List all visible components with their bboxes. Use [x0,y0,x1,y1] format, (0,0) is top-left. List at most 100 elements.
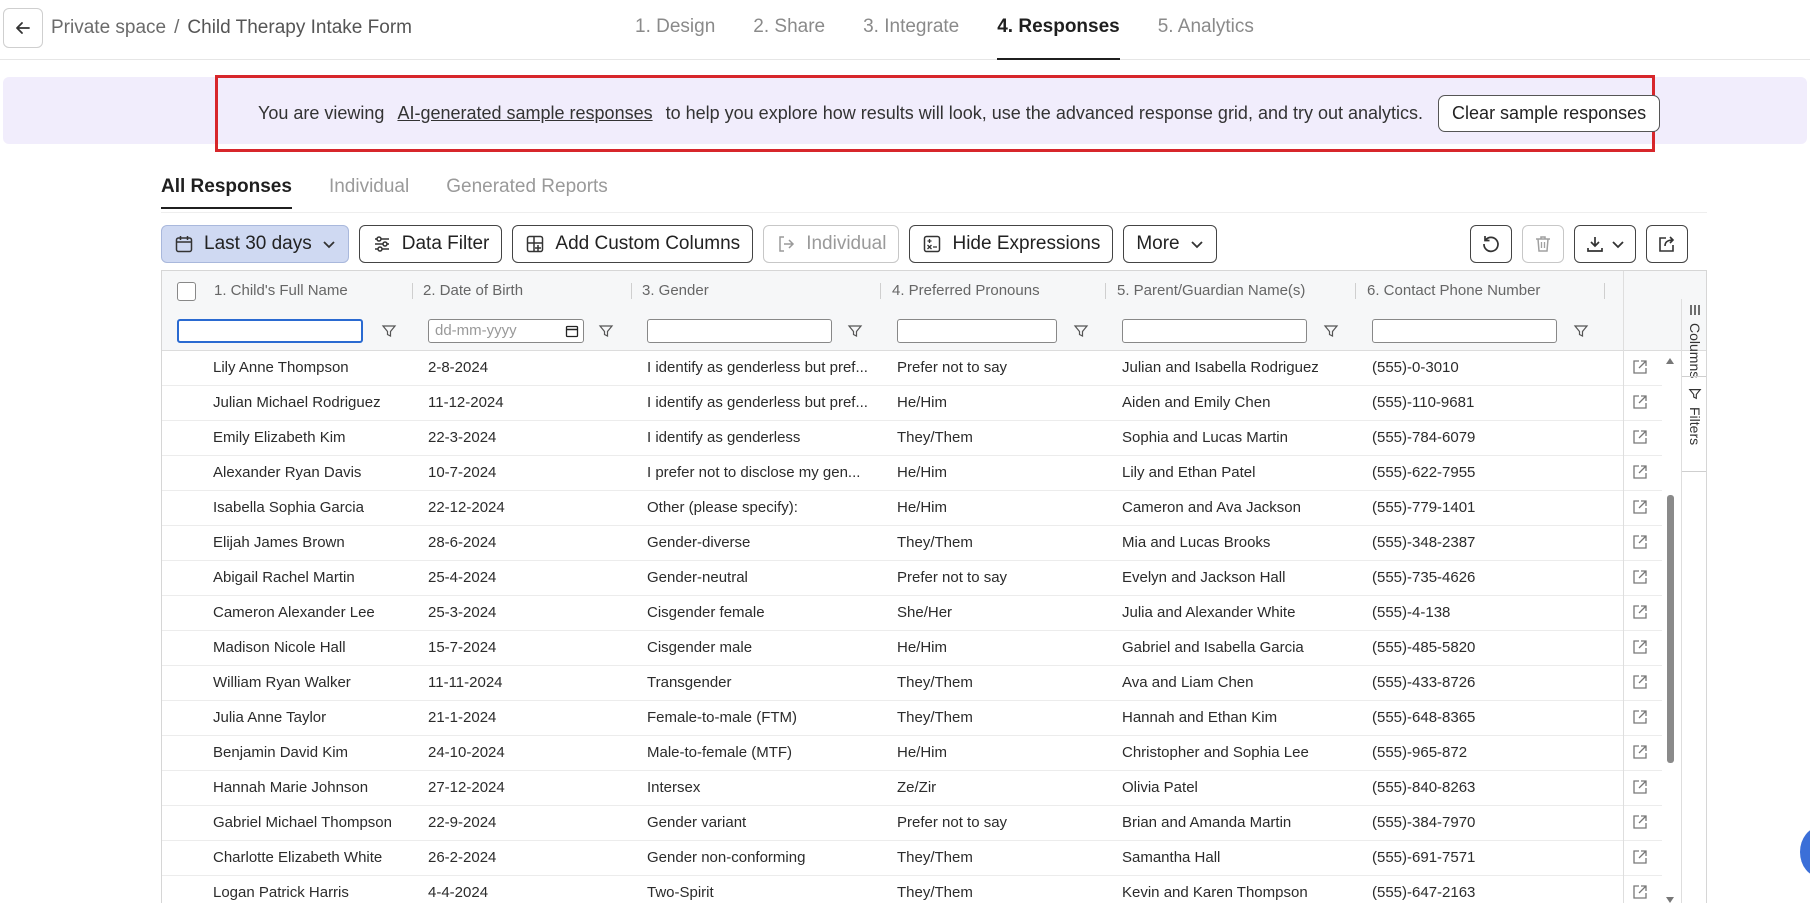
open-response-icon[interactable] [1632,744,1648,760]
individual-button[interactable]: Individual [763,225,900,263]
cell-date-of-birth: 22-3-2024 [428,429,497,446]
column-separator[interactable] [880,283,881,299]
filter-input-phone[interactable] [1372,319,1557,343]
add-column-icon [527,235,544,253]
table-row[interactable]: Julian Michael Rodriguez 11-12-2024 I iden… [162,386,1662,421]
filter-input-child-name[interactable] [177,319,363,343]
table-row[interactable]: Gabriel Michael Thompson 22-9-2024 Gender … [162,806,1662,841]
table-row[interactable]: Julia Anne Taylor 21-1-2024 Female-to-male… [162,701,1662,736]
sample-responses-link[interactable]: AI-generated sample responses [397,103,652,123]
open-response-icon[interactable] [1632,709,1648,725]
column-header-pronouns[interactable]: 4. Preferred Pronouns [884,271,1040,311]
chevron-down-icon [323,241,335,249]
date-range-button[interactable]: Last 30 days [161,225,349,263]
open-response-icon[interactable] [1632,429,1648,445]
filter-input-pronouns[interactable] [897,319,1057,343]
tab-design[interactable]: 1. Design [635,0,715,60]
cell-pronouns: He/Him [897,464,948,481]
columns-panel-toggle[interactable]: Columns [1682,303,1706,379]
cell-gender: Intersex [647,779,701,796]
cell-gender: Gender-neutral [647,569,748,586]
column-separator[interactable] [631,283,632,299]
column-header-gender[interactable]: 3. Gender [634,271,709,311]
table-row[interactable]: Alexander Ryan Davis 10-7-2024 I prefer no… [162,456,1662,491]
open-response-icon[interactable] [1632,639,1648,655]
table-row[interactable]: Lily Anne Thompson 2-8-2024 I identify as … [162,351,1662,386]
filter-icon [598,325,614,337]
refresh-button[interactable] [1470,225,1512,263]
table-row[interactable]: Emily Elizabeth Kim 22-3-2024 I identify a… [162,421,1662,456]
open-response-icon[interactable] [1632,849,1648,865]
banner-text-after: to help you explore how results will loo… [665,103,1424,123]
clear-sample-responses-button[interactable]: Clear sample responses [1438,95,1661,132]
open-response-icon[interactable] [1632,359,1648,375]
filters-panel-toggle[interactable]: Filters [1682,387,1706,445]
table-row[interactable]: Elijah James Brown 28-6-2024 Gender-divers… [162,526,1662,561]
select-all-checkbox[interactable] [177,282,196,301]
filter-input-gender[interactable] [647,319,832,343]
cell-pronouns: They/Them [897,429,973,446]
vertical-scrollbar[interactable] [1664,351,1676,903]
column-header-child-name[interactable]: 1. Child's Full Name [206,271,348,311]
columns-tab-label: Columns [1687,323,1703,379]
column-separator[interactable] [412,283,413,299]
column-header-phone[interactable]: 6. Contact Phone Number [1359,271,1540,311]
column-header-date-of-birth[interactable]: 2. Date of Birth [415,271,523,311]
table-row[interactable]: Cameron Alexander Lee 25-3-2024 Cisgender … [162,596,1662,631]
open-response-icon[interactable] [1632,604,1648,620]
date-placeholder: dd-mm-yyyy [435,322,517,339]
open-response-icon[interactable] [1632,674,1648,690]
tab-integrate[interactable]: 3. Integrate [863,0,959,60]
cell-child-name: Gabriel Michael Thompson [213,814,392,831]
table-row[interactable]: Charlotte Elizabeth White 26-2-2024 Gender… [162,841,1662,876]
table-row[interactable]: Madison Nicole Hall 15-7-2024 Cisgender ma… [162,631,1662,666]
tab-all-responses[interactable]: All Responses [161,176,292,209]
cell-child-name: Charlotte Elizabeth White [213,849,383,866]
column-separator[interactable] [1355,283,1356,299]
open-response-icon[interactable] [1632,499,1648,515]
tab-analytics[interactable]: 5. Analytics [1158,0,1254,60]
filter-icon [1573,325,1589,337]
open-response-icon[interactable] [1632,884,1648,900]
open-response-icon[interactable] [1632,534,1648,550]
cell-parent-names: Kevin and Karen Thompson [1122,884,1308,901]
hide-expressions-button[interactable]: Hide Expressions [909,225,1114,263]
open-response-icon[interactable] [1632,779,1648,795]
cell-child-name: Madison Nicole Hall [213,639,346,656]
back-button[interactable] [3,8,43,48]
table-row[interactable]: Logan Patrick Harris 4-4-2024 Two-Spirit Th… [162,876,1662,903]
add-custom-columns-button[interactable]: Add Custom Columns [512,225,754,263]
tab-share[interactable]: 2. Share [753,0,825,60]
open-response-icon[interactable] [1632,569,1648,585]
data-filter-button[interactable]: Data Filter [358,225,503,263]
table-row[interactable]: Isabella Sophia Garcia 22-12-2024 Other (p… [162,491,1662,526]
cell-gender: I identify as genderless [647,429,801,446]
download-icon [1587,237,1603,252]
tab-responses[interactable]: 4. Responses [997,0,1120,60]
share-export-button[interactable] [1646,225,1688,263]
delete-button[interactable] [1522,225,1564,263]
column-separator[interactable] [1105,283,1106,299]
open-response-icon[interactable] [1632,464,1648,480]
filter-input-date-of-birth[interactable]: dd-mm-yyyy [428,319,584,343]
download-button[interactable] [1574,225,1636,263]
breadcrumb-space[interactable]: Private space [51,17,166,39]
table-row[interactable]: William Ryan Walker 11-11-2024 Transgender… [162,666,1662,701]
banner-text: You are viewing AI-generated sample resp… [258,103,1423,124]
filter-input-parent-names[interactable] [1122,319,1307,343]
column-separator[interactable] [1604,283,1605,299]
table-row[interactable]: Abigail Rachel Martin 25-4-2024 Gender-neu… [162,561,1662,596]
table-row[interactable]: Hannah Marie Johnson 27-12-2024 Intersex Ze… [162,771,1662,806]
cell-gender: Other (please specify): [647,499,798,516]
tab-individual[interactable]: Individual [329,176,409,209]
open-response-icon[interactable] [1632,814,1648,830]
table-row[interactable]: Benjamin David Kim 24-10-2024 Male-to-fema… [162,736,1662,771]
more-button[interactable]: More [1123,225,1217,263]
column-header-parent-names[interactable]: 5. Parent/Guardian Name(s) [1109,271,1305,311]
cell-gender: Transgender [647,674,732,691]
scrollbar-thumb[interactable] [1667,495,1674,763]
top-bar: Private space / Child Therapy Intake For… [0,0,1810,60]
chat-widget-button[interactable] [1800,827,1810,877]
open-response-icon[interactable] [1632,394,1648,410]
tab-generated-reports[interactable]: Generated Reports [446,176,608,209]
